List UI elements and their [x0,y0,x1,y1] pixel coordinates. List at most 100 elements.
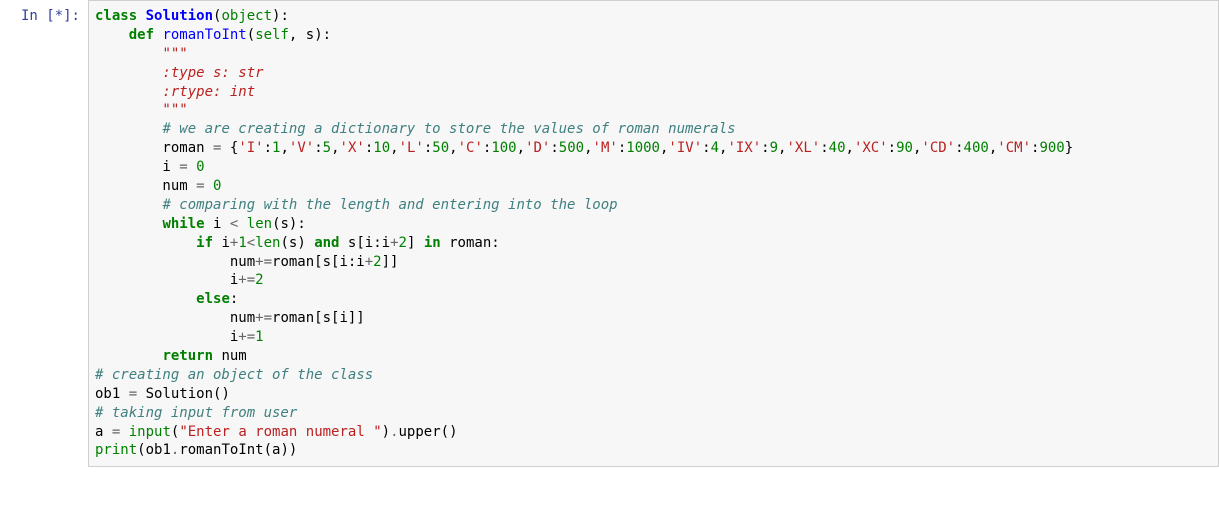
code-token: a [95,424,112,440]
code-editor[interactable]: class Solution(object): def romanToInt(s… [95,7,1212,460]
code-token: roman[s[i:i [272,254,365,270]
code-token: 2 [399,235,407,251]
code-token: + [390,235,398,251]
code-token: : [955,140,963,156]
code-token: num [213,348,247,364]
code-token: = [196,178,204,194]
code-token: i [205,216,230,232]
code-token: 900 [1039,140,1064,156]
code-token: romanToInt(a)) [179,442,297,458]
code-token: 500 [559,140,584,156]
code-token: : [702,140,710,156]
code-token: (ob1 [137,442,171,458]
code-token: 40 [829,140,846,156]
code-token: self [255,27,289,43]
code-token: 'C' [458,140,483,156]
code-token: return [162,348,213,364]
code-token: if [196,235,213,251]
code-token: "Enter a roman numeral " [179,424,381,440]
code-token: + [365,254,373,270]
code-token [95,348,162,364]
code-token: ] [407,235,424,251]
code-token: 0 [213,178,221,194]
code-token: : [314,140,322,156]
code-token: 'L' [399,140,424,156]
code-token: 'XL' [786,140,820,156]
code-token: input [129,424,171,440]
code-token [95,216,162,232]
code-token: = [129,386,137,402]
code-token: and [314,235,339,251]
code-token [137,8,145,24]
code-token [95,27,129,43]
code-token: i [95,159,179,175]
code-token: += [238,272,255,288]
code-token: 'M' [593,140,618,156]
code-token [95,121,162,137]
code-token: i [95,329,238,345]
code-token: 9 [770,140,778,156]
code-token: len [255,235,280,251]
code-token: 90 [896,140,913,156]
code-token: , [846,140,854,156]
code-token: 100 [491,140,516,156]
code-token: roman [95,140,213,156]
code-token: : [365,140,373,156]
code-token: upper() [399,424,458,440]
code-token: , [280,140,288,156]
notebook-cell: In [*]: class Solution(object): def roma… [0,0,1219,467]
code-token: : [888,140,896,156]
code-token: def [129,27,154,43]
code-token [95,291,196,307]
code-token: : [618,140,626,156]
code-token: : [230,291,238,307]
code-token: Solution [146,8,213,24]
code-token: ( [247,27,255,43]
code-token: , [390,140,398,156]
code-token [188,159,196,175]
code-token: = [179,159,187,175]
code-token: , [517,140,525,156]
code-token: < [247,235,255,251]
code-token: ob1 [95,386,129,402]
code-token: i [95,272,238,288]
code-token: += [238,329,255,345]
code-token: :rtype: int [95,84,255,100]
code-token: , [584,140,592,156]
code-token: num [95,310,255,326]
code-token: (s) [280,235,314,251]
code-token: 'X' [340,140,365,156]
code-token: 50 [432,140,449,156]
code-token: 2 [373,254,381,270]
code-token: 1000 [626,140,660,156]
code-token: 1 [238,235,246,251]
code-token: 0 [196,159,204,175]
code-token: # taking input from user [95,405,297,421]
code-token: , [449,140,457,156]
code-token: 5 [323,140,331,156]
code-token: ) [382,424,390,440]
cell-input-area[interactable]: class Solution(object): def romanToInt(s… [88,0,1219,467]
code-token: 10 [373,140,390,156]
code-token: """ [162,46,187,62]
code-token: Solution() [137,386,230,402]
code-token: i [213,235,230,251]
code-token: else [196,291,230,307]
code-token [95,235,196,251]
code-token: += [255,254,272,270]
code-token: while [162,216,204,232]
code-token: 'IX' [727,140,761,156]
code-token: : [820,140,828,156]
code-token: 4 [711,140,719,156]
code-token: 'D' [525,140,550,156]
code-token: # creating an object of the class [95,367,373,383]
code-token [95,46,162,62]
code-token [120,424,128,440]
code-token: : [264,140,272,156]
code-token: , [331,140,339,156]
code-token [205,178,213,194]
code-token: in [424,235,441,251]
code-token: ): [272,8,289,24]
code-token: """ [95,102,188,118]
code-token: print [95,442,137,458]
